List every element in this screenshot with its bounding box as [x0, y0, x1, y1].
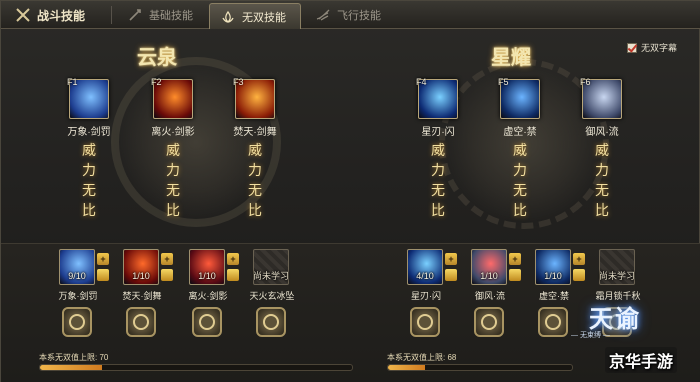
- tab-label: 战斗技能: [37, 8, 86, 23]
- skill-f3[interactable]: F3 焚天·剑舞 威力无比: [233, 77, 277, 219]
- skill-name: 御风·流: [475, 291, 505, 301]
- lotus-icon: [220, 9, 236, 25]
- skill-tagline: 威力无比: [595, 143, 609, 219]
- skill-f5[interactable]: F5 虚空·禁 威力无比: [498, 77, 540, 219]
- plus-icon[interactable]: +: [445, 253, 457, 265]
- skill-f4[interactable]: F4 星刃·闪 威力无比: [416, 77, 458, 219]
- wing-icon: [315, 7, 331, 23]
- rune-icon[interactable]: [161, 269, 173, 281]
- rune-icon[interactable]: [573, 269, 585, 281]
- tab-label: 无双技能: [242, 11, 286, 24]
- skill-name: 御风·流: [585, 127, 619, 138]
- game-logo: 天谕 — 无束缚 — 京华手游: [567, 297, 700, 382]
- medal-icon[interactable]: [192, 307, 222, 337]
- skills-window: 战斗技能 基础技能 无双技能 飞行技能 无双字幕 云泉 F1 万象·剑罚 威 力…: [0, 0, 700, 382]
- rune-icon[interactable]: [227, 269, 239, 281]
- skill-level: 1/10: [132, 271, 150, 281]
- skill-f2[interactable]: F2 离火·剑影 威力无比: [151, 77, 195, 219]
- plus-icon[interactable]: +: [227, 253, 239, 265]
- skill-tagline: 威力无比: [166, 143, 180, 219]
- tab-basic-skills[interactable]: 基础技能: [117, 3, 207, 27]
- hotkey-label: F5: [498, 77, 509, 87]
- hotkey-label: F4: [416, 77, 427, 87]
- skill-name: 虚空·禁: [503, 127, 537, 138]
- right-progress-bar: [387, 364, 573, 371]
- medal-icon[interactable]: [62, 307, 92, 337]
- hotkey-label: F2: [151, 77, 162, 87]
- plus-icon[interactable]: +: [97, 253, 109, 265]
- medal-icon[interactable]: [410, 307, 440, 337]
- hotkey-label: F3: [233, 77, 244, 87]
- hotkey-label: F6: [580, 77, 591, 87]
- skill-name: 焚天·剑舞: [233, 127, 277, 138]
- tab-label: 基础技能: [149, 10, 193, 22]
- skill-tagline: 威力无比: [82, 143, 96, 219]
- skill-level: 4/10: [416, 271, 434, 281]
- skill-level: 尚未学习: [253, 271, 290, 281]
- plus-icon[interactable]: +: [573, 253, 585, 265]
- medal-icon[interactable]: [538, 307, 568, 337]
- tab-divider: [111, 6, 112, 24]
- skill-name: 焚天·剑舞: [122, 291, 162, 301]
- sword-icon: [127, 7, 143, 23]
- group-title-left: 云泉: [137, 45, 177, 69]
- right-cap-label: 本系无双值上限: 68: [387, 353, 457, 362]
- skill-level: 9/10: [68, 271, 86, 281]
- left-cap-label: 本系无双值上限: 70: [39, 353, 109, 362]
- skill-name: 万象·剑罚: [58, 291, 98, 301]
- rune-icon[interactable]: [445, 269, 457, 281]
- hotkey-label: F1: [67, 77, 78, 87]
- left-progress-fill: [40, 365, 103, 370]
- skill-name: 万象·剑罚: [67, 127, 111, 138]
- skill-level: 1/10: [198, 271, 216, 281]
- tab-bar: 战斗技能 基础技能 无双技能 飞行技能: [1, 1, 700, 29]
- skill-name: 离火·剑影: [188, 291, 228, 301]
- skill-name: 离火·剑影: [151, 127, 195, 138]
- tab-wushuang-skills[interactable]: 无双技能: [209, 3, 301, 29]
- skill-tagline: 威力无比: [513, 143, 527, 219]
- skill-name: 天火玄冰坠: [249, 291, 295, 301]
- left-skill-group: 云泉 F1 万象·剑罚 威力无比 F2 离火·剑影 威力无比 F3 焚天·剑舞 …: [1, 37, 351, 243]
- skill-tagline: 威力无比: [431, 143, 445, 219]
- tab-combat-skills[interactable]: 战斗技能: [5, 3, 109, 27]
- medal-icon[interactable]: [256, 307, 286, 337]
- plus-icon[interactable]: +: [509, 253, 521, 265]
- skill-level: 尚未学习: [599, 271, 636, 281]
- site-watermark: 京华手游: [605, 347, 678, 373]
- skill-name: 星刃·闪: [411, 291, 441, 301]
- tab-label: 飞行技能: [337, 10, 381, 22]
- medal-icon[interactable]: [474, 307, 504, 337]
- skill-tagline: 威力无比: [248, 143, 262, 219]
- logo-subtitle: — 无束缚 —: [571, 332, 610, 339]
- logo-title: 天谕: [589, 304, 641, 333]
- right-progress-fill: [388, 365, 425, 370]
- skill-f6[interactable]: F6 御风·流 威力无比: [580, 77, 622, 219]
- left-progress-bar: [39, 364, 353, 371]
- skill-level: 1/10: [480, 271, 498, 281]
- plus-icon[interactable]: +: [161, 253, 173, 265]
- skill-name: 星刃·闪: [421, 127, 455, 138]
- group-title-right: 星耀: [491, 45, 531, 69]
- medal-icon[interactable]: [126, 307, 156, 337]
- skill-level: 1/10: [544, 271, 562, 281]
- right-skill-group: 星耀 F4 星刃·闪 威力无比 F5 虚空·禁 威力无比 F6 御风·流 威力无…: [351, 37, 700, 243]
- tab-flight-skills[interactable]: 飞行技能: [305, 3, 397, 27]
- rune-icon[interactable]: [97, 269, 109, 281]
- swords-icon: [15, 7, 31, 23]
- skill-f1[interactable]: F1 万象·剑罚 威力无比: [67, 77, 111, 219]
- rune-icon[interactable]: [509, 269, 521, 281]
